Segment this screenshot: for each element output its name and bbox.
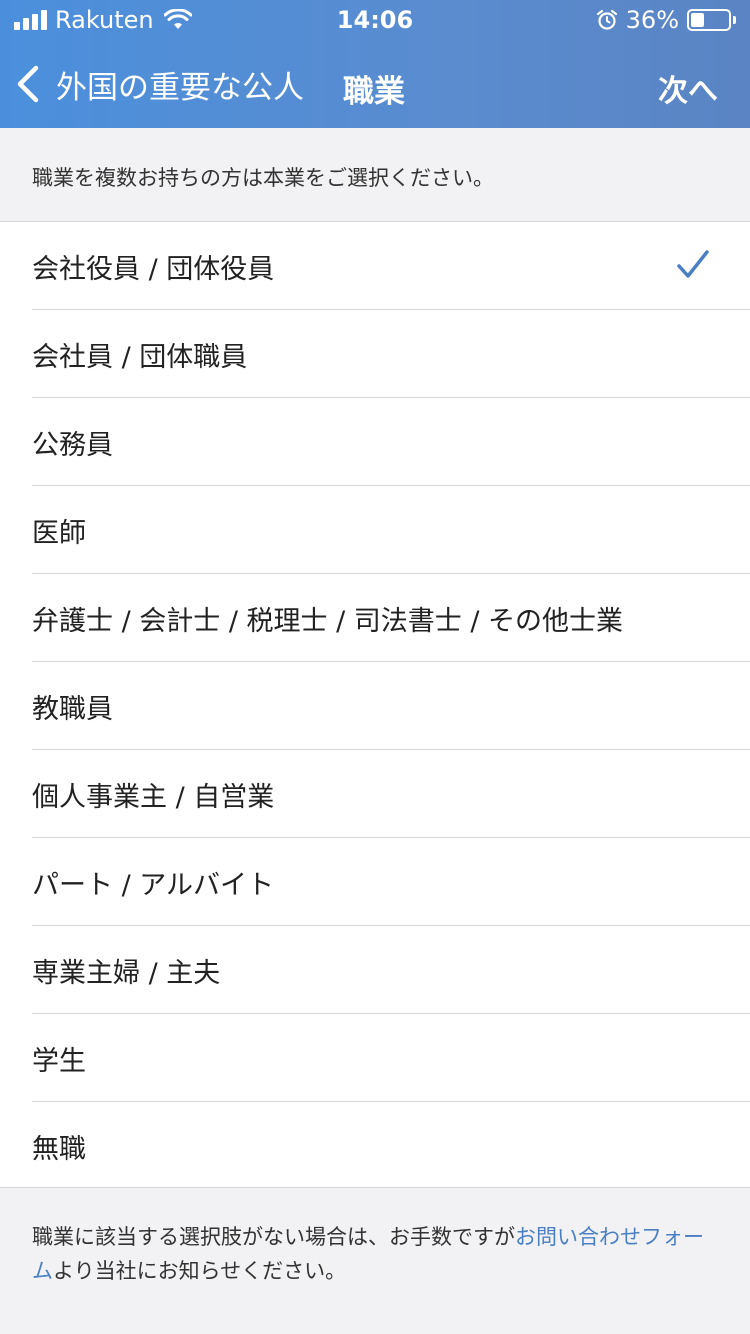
occupation-item[interactable]: 教職員 [0,662,750,750]
intro-section: 職業を複数お持ちの方は本業をご選択ください。 [0,128,750,222]
occupation-item[interactable]: 公務員 [0,398,750,486]
page-title: 職業 [343,74,405,110]
occupation-item[interactable]: 弁護士 / 会計士 / 税理士 / 司法書士 / その他士業 [0,574,750,662]
footer-text-after: より当社にお知らせください。 [53,1259,347,1283]
back-label: 外国の重要な公人 [56,69,304,106]
footer-note: 職業に該当する選択肢がない場合は、お手数ですがお問い合わせフォームより当社にお知… [32,1220,722,1288]
occupation-label: 公務員 [32,429,113,461]
navigation-bar: 外国の重要な公人 職業 次へ [0,48,750,122]
occupation-item[interactable]: 会社員 / 団体職員 [0,310,750,398]
battery-icon [687,9,731,31]
battery-percent: 36% [625,6,679,34]
battery-tip [733,16,736,24]
occupation-label: 専業主婦 / 主夫 [32,957,221,989]
occupation-label: 会社役員 / 団体役員 [32,253,275,285]
checkmark-icon [677,250,709,278]
next-button[interactable]: 次へ [658,66,718,110]
occupation-list: 会社役員 / 団体役員 会社員 / 団体職員 公務員 医師 弁護士 / 会計士 … [0,222,750,1188]
occupation-item[interactable]: 医師 [0,486,750,574]
occupation-item[interactable]: 専業主婦 / 主夫 [0,926,750,1014]
alarm-icon [596,9,617,30]
footer-section: 職業に該当する選択肢がない場合は、お手数ですがお問い合わせフォームより当社にお知… [0,1188,750,1334]
chevron-left-icon [17,65,39,103]
occupation-label: 医師 [32,517,86,549]
status-bar: Rakuten 14:06 36% [0,0,750,40]
occupation-item[interactable]: 学生 [0,1014,750,1102]
occupation-item[interactable]: 会社役員 / 団体役員 [0,222,750,310]
occupation-label: 弁護士 / 会計士 / 税理士 / 司法書士 / その他士業 [32,605,624,637]
occupation-item[interactable]: 個人事業主 / 自営業 [0,750,750,838]
back-button[interactable]: 外国の重要な公人 [14,60,304,108]
footer-text-before: 職業に該当する選択肢がない場合は、お手数ですが [32,1225,515,1249]
intro-text: 職業を複数お持ちの方は本業をご選択ください。 [32,166,494,190]
occupation-label: 会社員 / 団体職員 [32,341,248,373]
occupation-label: 学生 [32,1045,86,1077]
occupation-label: 個人事業主 / 自営業 [32,781,275,813]
occupation-label: 無職 [32,1133,86,1165]
status-right: 36% [596,6,736,34]
occupation-item[interactable]: パート / アルバイト [0,838,750,926]
header: Rakuten 14:06 36% 外国の重要な公人 職業 次へ [0,0,750,128]
occupation-label: パート / アルバイト [32,869,274,901]
occupation-item[interactable]: 無職 [0,1102,750,1190]
occupation-label: 教職員 [32,693,113,725]
